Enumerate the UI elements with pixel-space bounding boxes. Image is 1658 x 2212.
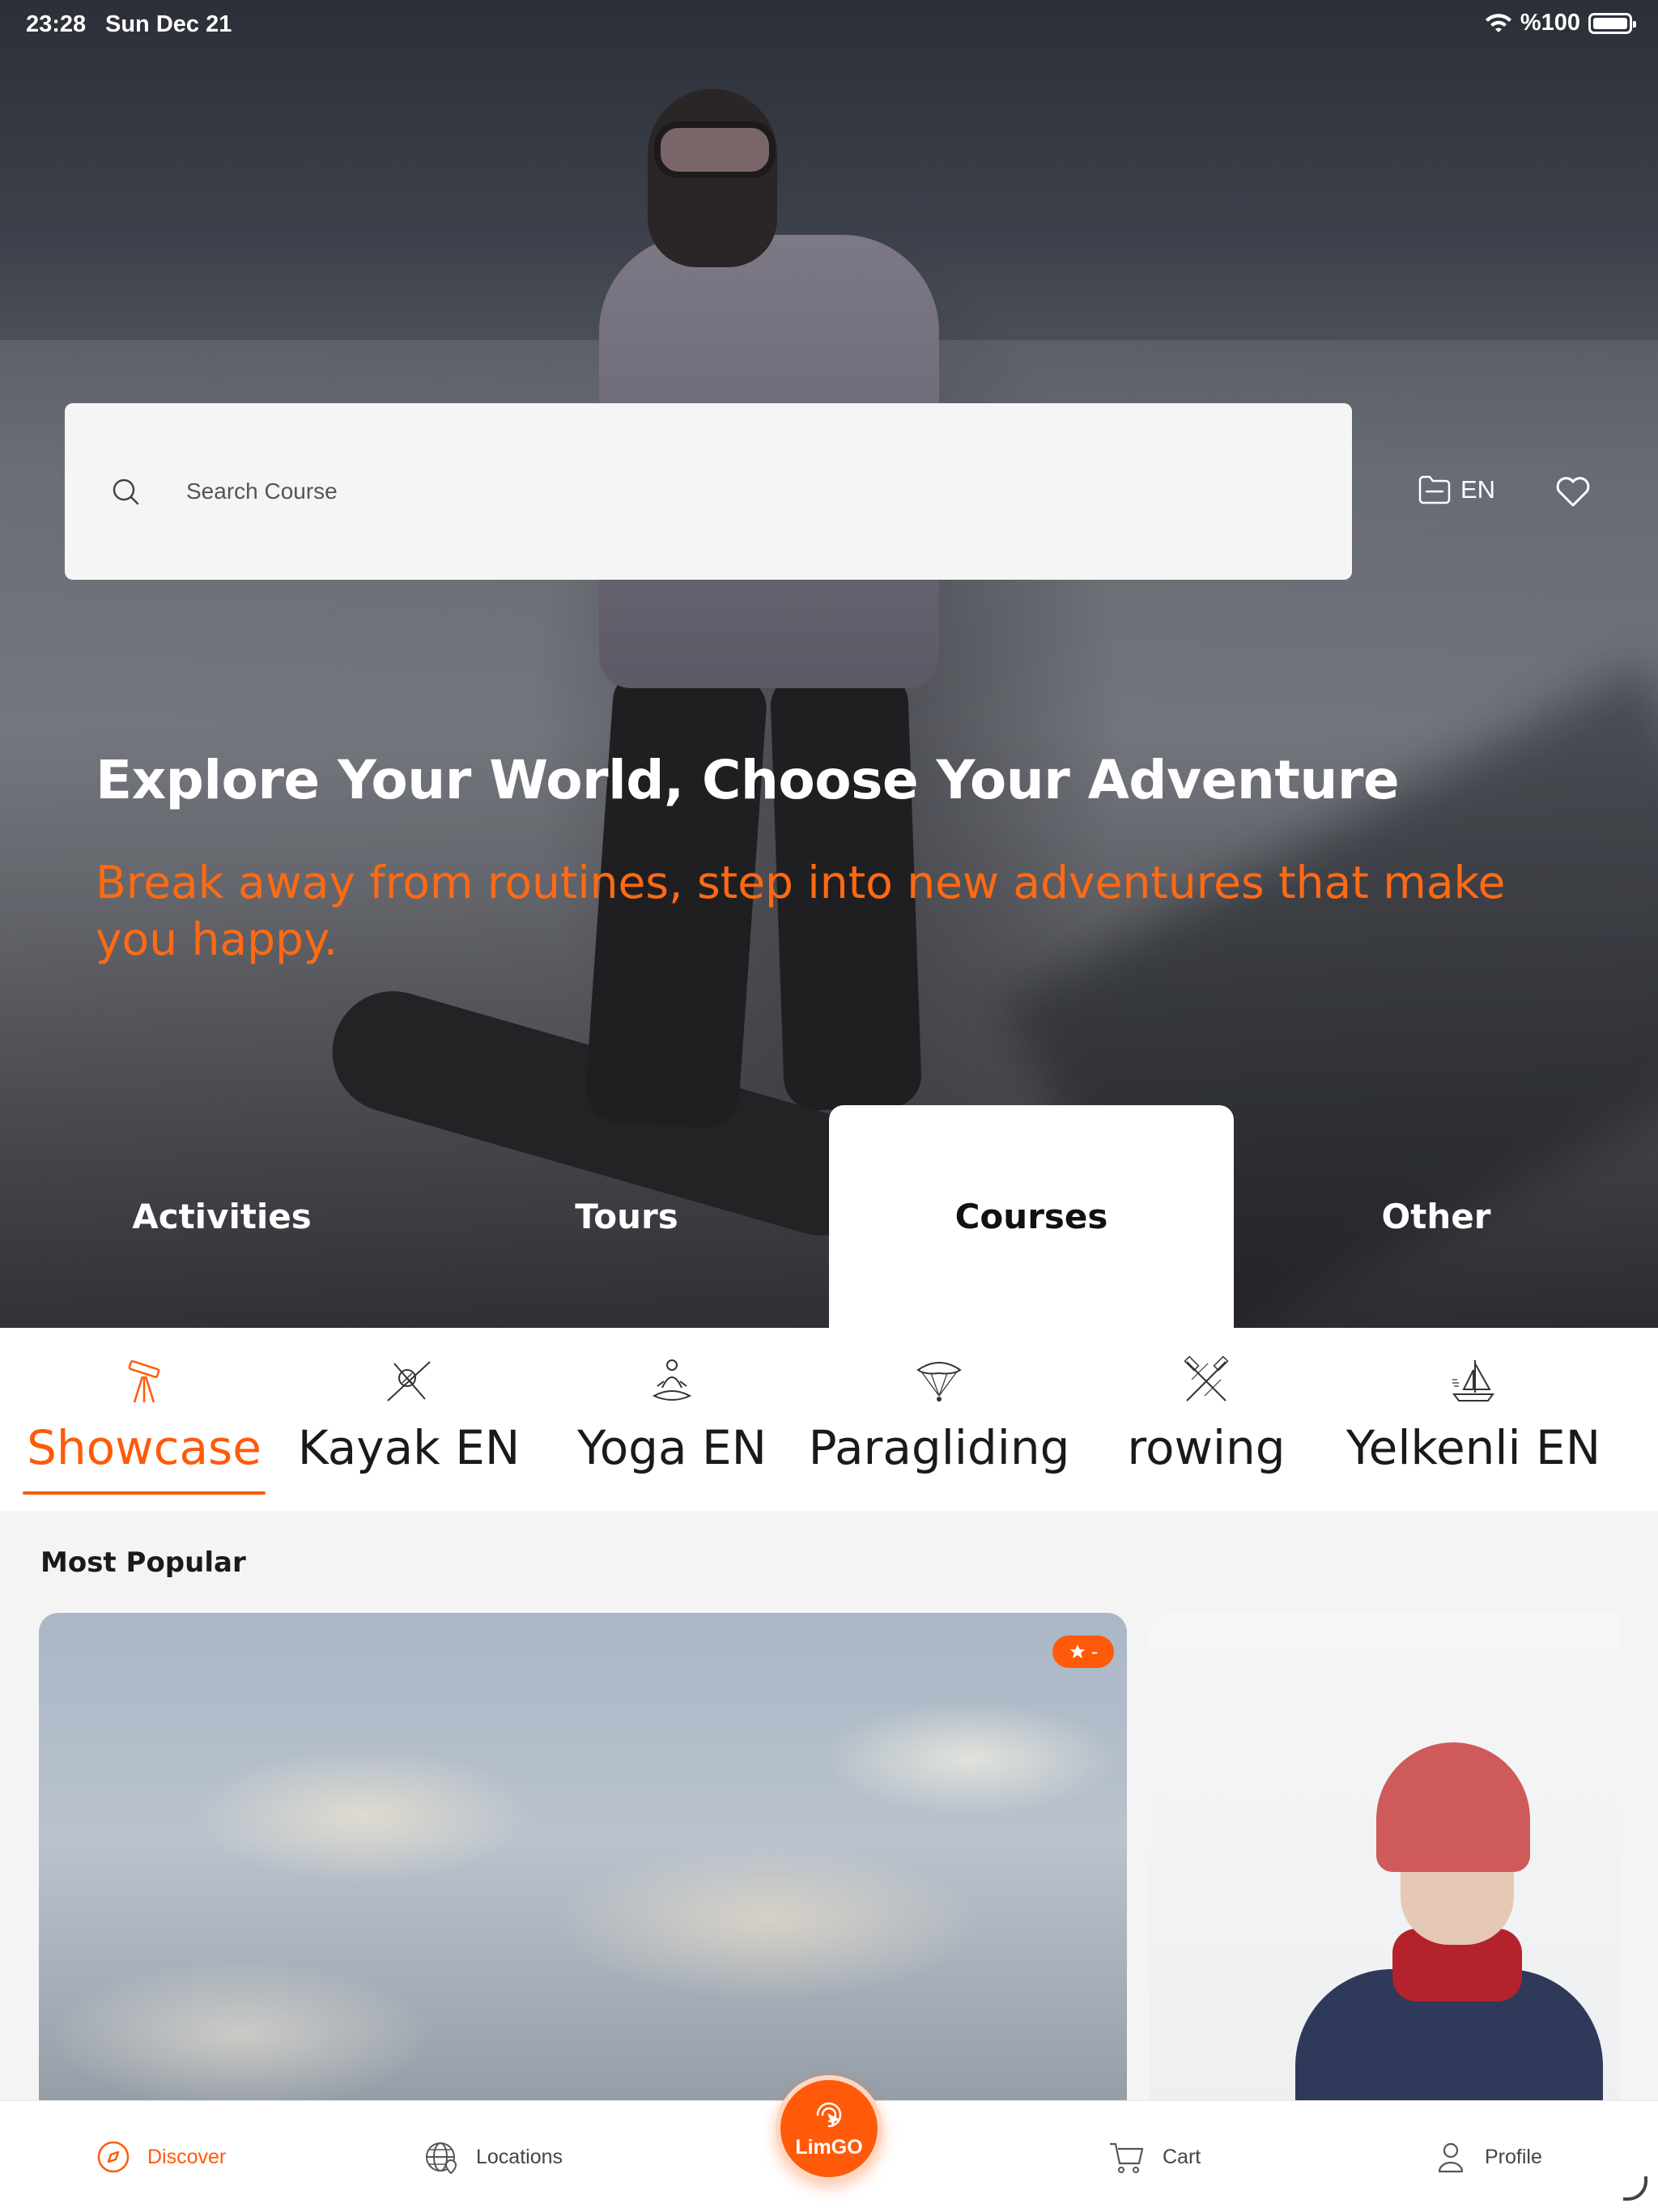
- category-label: rowing: [1127, 1420, 1286, 1475]
- category-paragliding[interactable]: Paragliding: [808, 1328, 1070, 1511]
- tab-tours[interactable]: Tours: [424, 1105, 829, 1328]
- hero-subtitle: Break away from routines, step into new …: [96, 857, 1506, 965]
- status-bar: 23:28 Sun Dec 21 %100: [0, 0, 1658, 52]
- category-kayak[interactable]: Kayak EN: [291, 1328, 526, 1511]
- category-label: Kayak EN: [297, 1420, 521, 1475]
- course-card-image[interactable]: [1150, 1613, 1619, 2180]
- search-box[interactable]: [65, 403, 1352, 580]
- language-label: EN: [1460, 475, 1496, 504]
- status-right-group: %100: [1485, 10, 1636, 36]
- rating-badge: -: [1052, 1636, 1114, 1668]
- battery-percentage: %100: [1520, 10, 1580, 36]
- tab-label: Other: [1381, 1197, 1491, 1236]
- main-tabs: Activities Tours Courses Other: [0, 1105, 1658, 1328]
- nav-locations[interactable]: Locations: [424, 2101, 563, 2212]
- rating-value: -: [1090, 1640, 1099, 1663]
- folder-icon: [1418, 475, 1451, 504]
- snowboarder-goggles: [654, 121, 776, 178]
- section-title: Most Popular: [40, 1546, 246, 1579]
- tap-pointer-icon: [816, 2102, 842, 2127]
- snowboarder-head: [648, 89, 777, 267]
- kayak-icon: [387, 1361, 431, 1402]
- search-input[interactable]: [186, 403, 1320, 580]
- yoga-icon: [652, 1359, 692, 1401]
- paraglider-icon: [916, 1362, 962, 1402]
- limgo-button[interactable]: LimGO: [776, 2075, 882, 2182]
- course-card-image[interactable]: [39, 1613, 1127, 2180]
- tab-activities[interactable]: Activities: [19, 1105, 424, 1328]
- nav-label: Locations: [476, 2145, 563, 2168]
- person-helmet: [1376, 1742, 1530, 1872]
- globe-pin-icon: [426, 2142, 457, 2175]
- nav-discover[interactable]: Discover: [96, 2101, 226, 2212]
- category-yoga[interactable]: Yoga EN: [567, 1328, 777, 1511]
- oars-icon: [1184, 1355, 1229, 1402]
- hero-title: Explore Your World, Choose Your Adventur…: [96, 749, 1400, 811]
- language-selector[interactable]: EN: [1417, 474, 1495, 506]
- status-time: 23:28: [26, 11, 87, 37]
- category-label: Yelkenli EN: [1346, 1420, 1601, 1475]
- active-category-underline: [23, 1491, 266, 1495]
- tab-label: Tours: [575, 1197, 678, 1236]
- category-sailboat[interactable]: Yelkenli EN: [1336, 1328, 1611, 1511]
- wifi-icon: [1485, 13, 1511, 32]
- battery-icon: [1588, 12, 1636, 34]
- tab-courses[interactable]: Courses: [829, 1105, 1234, 1328]
- nav-profile[interactable]: Profile: [1433, 2101, 1542, 2212]
- status-date: Sun Dec 21: [105, 11, 232, 37]
- category-rowing[interactable]: rowing: [1101, 1328, 1312, 1511]
- compass-icon: [97, 2141, 130, 2173]
- nav-label: Profile: [1485, 2145, 1542, 2168]
- sailboat-icon: [1452, 1360, 1494, 1402]
- category-label: Showcase: [27, 1420, 261, 1475]
- user-icon: [1438, 2142, 1464, 2173]
- search-icon[interactable]: [111, 477, 140, 506]
- nav-cart[interactable]: Cart: [1106, 2101, 1201, 2212]
- category-label: Paragliding: [808, 1420, 1070, 1475]
- cart-icon: [1110, 2142, 1144, 2173]
- nav-label: Cart: [1163, 2145, 1201, 2168]
- tab-label: Activities: [132, 1197, 312, 1236]
- category-strip: Showcase Kayak EN Yoga EN Paragliding ro…: [0, 1328, 1658, 1511]
- limgo-label: LimGO: [795, 2135, 863, 2159]
- nav-label: Discover: [147, 2145, 227, 2168]
- heart-icon[interactable]: [1554, 473, 1592, 510]
- category-showcase[interactable]: Showcase: [23, 1328, 266, 1511]
- star-icon: [1069, 1644, 1085, 1659]
- telescope-icon: [128, 1359, 160, 1403]
- tab-other[interactable]: Other: [1234, 1105, 1639, 1328]
- tab-label: Courses: [954, 1197, 1108, 1236]
- category-label: Yoga EN: [576, 1420, 767, 1475]
